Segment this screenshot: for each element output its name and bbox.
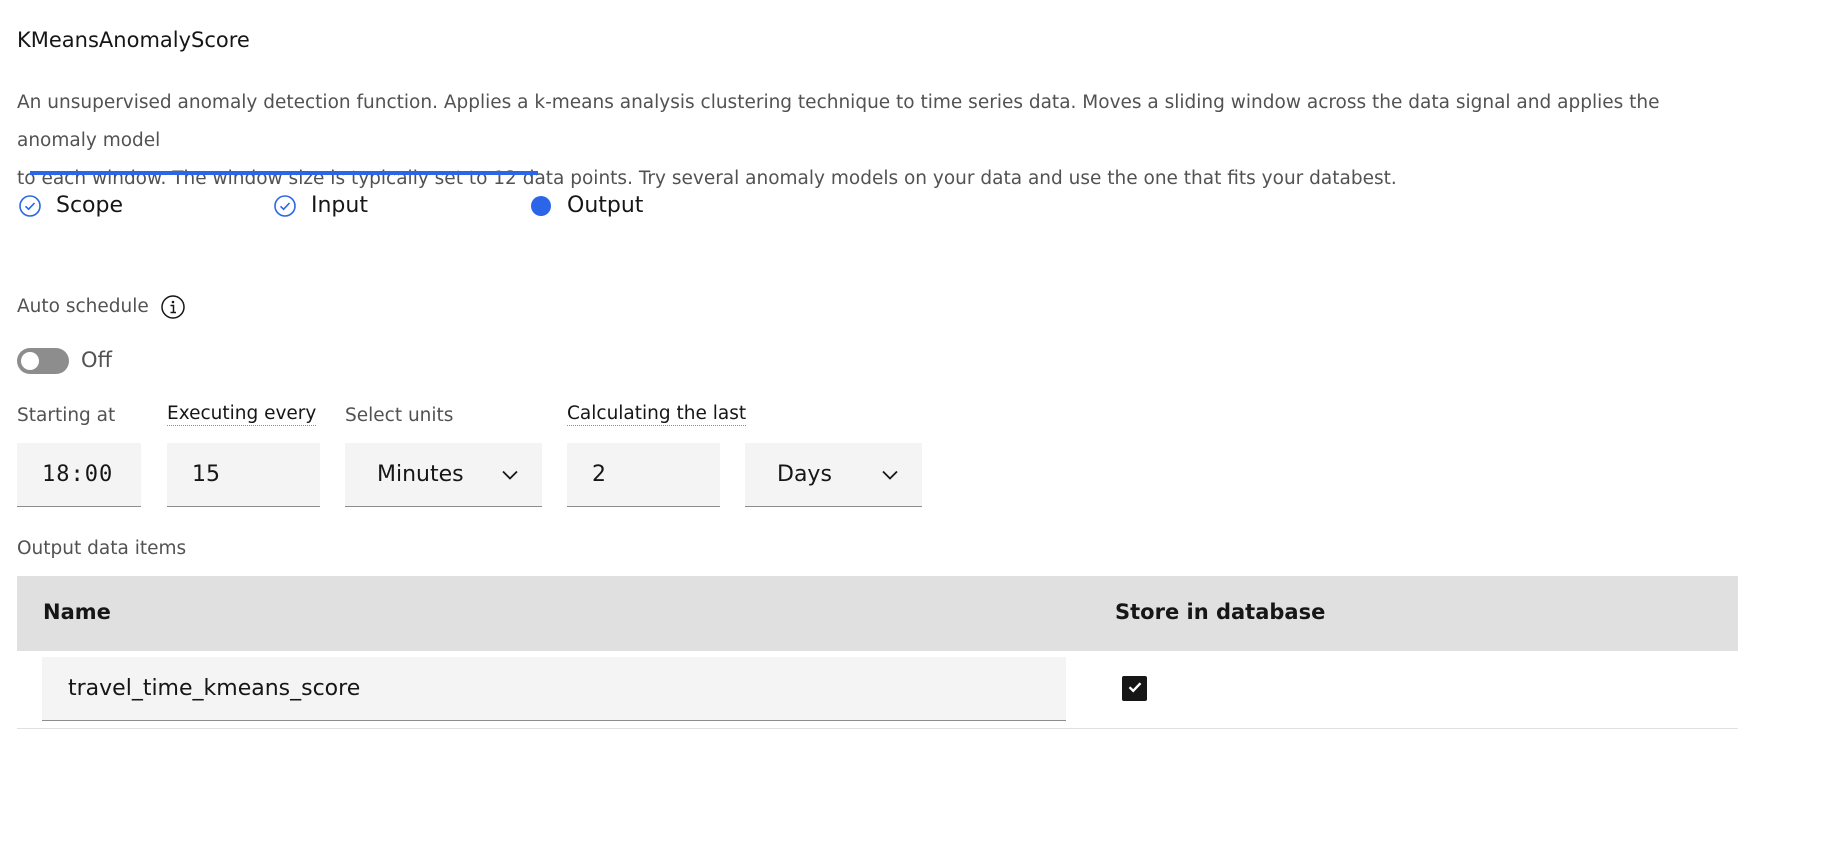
step-label: Scope — [56, 193, 124, 218]
output-data-items-label: Output data items — [17, 538, 187, 559]
table-row: travel_time_kmeans_score — [17, 651, 1738, 729]
output-table: Name Store in database travel_time_kmean… — [17, 576, 1738, 729]
step-input[interactable]: Input — [273, 193, 368, 218]
checkmark-icon — [1126, 678, 1144, 700]
step-label: Input — [311, 193, 368, 218]
filled-circle-icon — [529, 194, 553, 218]
executing-every-value: 15 — [192, 462, 220, 487]
auto-schedule-toggle[interactable] — [17, 348, 69, 374]
auto-schedule-label: Auto schedule — [17, 296, 149, 317]
store-in-database-checkbox[interactable] — [1122, 676, 1147, 701]
calculating-units-value: Days — [777, 462, 832, 487]
function-title: KMeansAnomalyScore — [17, 28, 250, 52]
table-header: Name Store in database — [17, 576, 1738, 651]
calculating-last-value: 2 — [592, 462, 606, 487]
chevron-down-icon — [880, 465, 900, 485]
calculating-last-input[interactable]: 2 — [567, 443, 720, 507]
progress-bar — [30, 171, 538, 175]
calculating-units-select[interactable]: Days — [745, 443, 922, 507]
select-units-label: Select units — [345, 405, 454, 426]
output-name-input[interactable]: travel_time_kmeans_score — [42, 657, 1066, 721]
calculating-last-label[interactable]: Calculating the last — [567, 403, 747, 426]
toggle-knob — [21, 352, 39, 370]
step-output[interactable]: Output — [529, 193, 643, 218]
column-header-store: Store in database — [1115, 600, 1326, 624]
chevron-down-icon — [500, 465, 520, 485]
function-description: An unsupervised anomaly detection functi… — [17, 84, 1737, 198]
step-label: Output — [567, 193, 644, 218]
checkmark-circle-icon — [273, 194, 297, 218]
toggle-state-label: Off — [81, 348, 112, 372]
step-scope[interactable]: Scope — [18, 193, 123, 218]
checkmark-circle-icon — [18, 194, 42, 218]
starting-at-label: Starting at — [17, 405, 116, 426]
executing-units-value: Minutes — [377, 462, 464, 487]
executing-every-input[interactable]: 15 — [167, 443, 320, 507]
starting-at-value: 18:00 — [42, 462, 114, 487]
starting-at-input[interactable]: 18:00 — [17, 443, 141, 507]
description-line-1: An unsupervised anomaly detection functi… — [17, 92, 1660, 151]
executing-units-select[interactable]: Minutes — [345, 443, 542, 507]
executing-every-label[interactable]: Executing every — [167, 403, 317, 426]
column-header-name: Name — [43, 600, 111, 624]
info-icon[interactable] — [160, 294, 186, 320]
